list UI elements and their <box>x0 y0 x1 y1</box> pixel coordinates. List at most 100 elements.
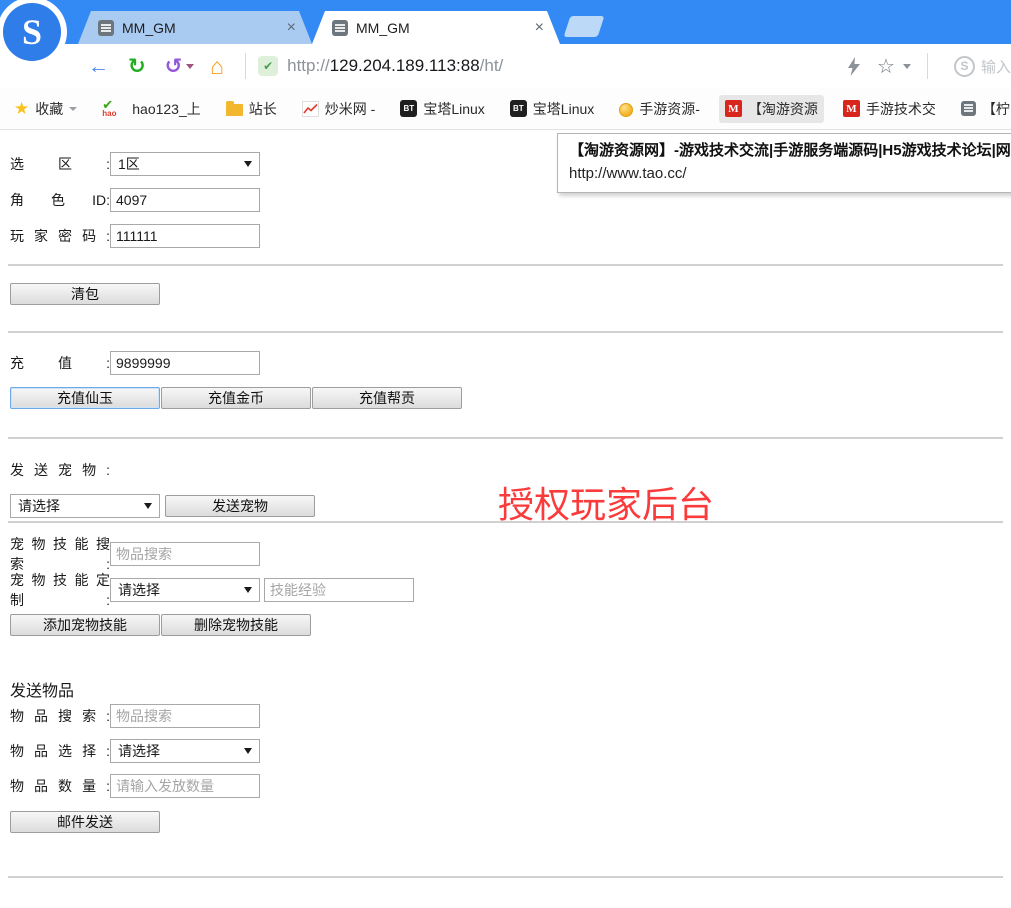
tooltip-title: 【淘游资源网】-游戏技术交流|手游服务端源码|H5游戏技术论坛|网 <box>569 139 1011 162</box>
zone-select[interactable]: 1区 <box>110 152 260 176</box>
item-select-label: 物 品 选 择 : <box>10 741 110 761</box>
pet-skill-buttons-row: 添加宠物技能 删除宠物技能 <box>10 614 1011 636</box>
pet-select[interactable]: 请选择 <box>10 494 160 518</box>
role-id-input[interactable] <box>110 188 260 212</box>
send-pet-label: 发 送 宠 物 : <box>10 460 110 480</box>
bookmark-tooltip: 【淘游资源网】-游戏技术交流|手游服务端源码|H5游戏技术论坛|网 http:/… <box>557 133 1011 193</box>
select-arrow-icon <box>244 587 252 593</box>
tab-title: MM_GM <box>122 20 287 36</box>
select-arrow-icon <box>244 161 252 167</box>
pet-skill-search-label: 宠 物 技 能 搜 索 : <box>10 534 110 574</box>
divider <box>8 876 1003 878</box>
document-icon <box>961 101 976 116</box>
undo-dropdown-icon[interactable] <box>186 64 194 69</box>
select-arrow-icon <box>144 503 152 509</box>
pet-skill-custom-label: 宠 物 技 能 定 制 : <box>10 570 110 610</box>
item-qty-input[interactable] <box>110 774 260 798</box>
medal-icon <box>619 103 633 117</box>
item-search-row: 物 品 搜 索 : <box>10 704 1011 728</box>
password-label: 玩 家 密 码 : <box>10 226 110 246</box>
browser-toolbar: ← ↻ ↺ ⌂ ✔ http://129.204.189.113:88/ht/ … <box>0 44 1011 88</box>
bookmark-shouyou-jishu[interactable]: M 手游技术交 <box>837 95 942 123</box>
password-row: 玩 家 密 码 : <box>10 224 1011 248</box>
url-host: 129.204.189.113:88 <box>330 56 480 75</box>
bt-panel-icon: BT <box>400 100 417 117</box>
divider <box>8 331 1003 333</box>
toolbar-divider <box>927 53 928 79</box>
address-bar[interactable]: http://129.204.189.113:88/ht/ <box>287 56 503 76</box>
tab-title: MM_GM <box>356 20 535 36</box>
m-site-icon: M <box>843 100 860 117</box>
send-item-heading: 发送物品 <box>10 682 1011 701</box>
star-dropdown-icon[interactable] <box>903 64 911 69</box>
gm-panel: 选 区 : 1区 角 色 ID: 玩 家 密 码 : 清包 充 值 : 充值仙玉… <box>0 130 1011 878</box>
bookmark-taoyou-ziyuan[interactable]: M 【淘游资源 <box>719 95 824 123</box>
recharge-buttons-row: 充值仙玉 充值金币 充值帮贡 <box>10 387 1011 409</box>
url-path: /ht/ <box>480 56 504 75</box>
item-search-label: 物 品 搜 索 : <box>10 706 110 726</box>
recharge-amount-input[interactable] <box>110 351 260 375</box>
bookmark-star-icon[interactable]: ☆ <box>877 54 895 79</box>
pet-skill-search-input[interactable] <box>110 542 260 566</box>
divider <box>8 437 1003 439</box>
mail-send-button[interactable]: 邮件发送 <box>10 811 160 833</box>
url-scheme: http:// <box>287 56 330 75</box>
tab-close-icon[interactable]: × <box>287 20 296 36</box>
bookmark-favorites[interactable]: ★ 收藏 <box>8 95 83 123</box>
bookmark-chaomiwang[interactable]: 炒米网 - <box>296 95 382 123</box>
bt-panel-icon: BT <box>510 100 527 117</box>
chevron-down-icon <box>69 107 77 111</box>
bookmark-shouyou-ziyuan[interactable]: 手游资源- <box>613 95 706 123</box>
role-id-label: 角 色 ID: <box>10 190 110 210</box>
item-select[interactable]: 请选择 <box>110 739 260 763</box>
browser-titlebar: S MM_GM × MM_GM × <box>0 0 1011 44</box>
recharge-banggong-button[interactable]: 充值帮贡 <box>312 387 462 409</box>
divider <box>8 264 1003 266</box>
bookmark-hao123[interactable]: ✔ hao hao123_上 <box>96 95 207 123</box>
tab-mm-gm-2[interactable]: MM_GM × <box>312 11 560 44</box>
watermark-text: 授权玩家后台 <box>498 476 714 528</box>
undo-icon[interactable]: ↺ <box>165 56 183 77</box>
tab-mm-gm-1[interactable]: MM_GM × <box>78 11 312 44</box>
delete-pet-skill-button[interactable]: 删除宠物技能 <box>161 614 311 636</box>
bookmark-zhanzhang[interactable]: 站长 <box>220 95 283 123</box>
send-pet-button[interactable]: 发送宠物 <box>165 495 315 517</box>
hao123-icon: ✔ hao <box>102 100 126 118</box>
bookmark-baota-linux-2[interactable]: BT 宝塔Linux <box>504 95 600 123</box>
new-tab-button[interactable] <box>564 16 605 37</box>
back-icon[interactable]: ← <box>88 56 109 77</box>
recharge-xianyu-button[interactable]: 充值仙玉 <box>10 387 160 409</box>
refresh-icon[interactable]: ↻ <box>128 56 146 77</box>
folder-icon <box>226 104 243 116</box>
add-pet-skill-button[interactable]: 添加宠物技能 <box>10 614 160 636</box>
bookmark-baota-linux-1[interactable]: BT 宝塔Linux <box>394 95 490 123</box>
pet-skill-exp-input[interactable] <box>264 578 414 602</box>
pet-skill-custom-row: 宠 物 技 能 定 制 : 请选择 <box>10 578 1011 602</box>
home-icon[interactable]: ⌂ <box>210 55 224 78</box>
recharge-gold-button[interactable]: 充值金币 <box>161 387 311 409</box>
clear-bag-button[interactable]: 清包 <box>10 283 160 305</box>
favorites-star-icon: ★ <box>14 99 29 119</box>
page-favicon-icon <box>98 20 114 36</box>
sogou-search-icon[interactable]: S <box>954 56 975 77</box>
toolbar-divider <box>245 53 246 79</box>
search-hint[interactable]: 输入 <box>981 56 1011 77</box>
password-input[interactable] <box>110 224 260 248</box>
lightning-icon[interactable] <box>847 57 861 76</box>
bookmarks-bar: ★ 收藏 ✔ hao hao123_上 站长 炒米网 - BT 宝塔Linux … <box>0 88 1011 130</box>
page-favicon-icon <box>332 20 348 36</box>
tab-close-icon[interactable]: × <box>535 20 544 36</box>
pet-skill-select[interactable]: 请选择 <box>110 578 260 602</box>
item-qty-row: 物 品 数 量 : <box>10 774 1011 798</box>
sogou-logo-icon: S <box>3 3 61 61</box>
site-security-shield-icon[interactable]: ✔ <box>258 56 278 76</box>
item-qty-label: 物 品 数 量 : <box>10 776 110 796</box>
select-arrow-icon <box>244 748 252 754</box>
m-site-icon: M <box>725 100 742 117</box>
item-search-input[interactable] <box>110 704 260 728</box>
zone-label: 选 区 : <box>10 154 110 174</box>
item-select-row: 物 品 选 择 : 请选择 <box>10 739 1011 763</box>
line-chart-icon <box>302 101 319 117</box>
tooltip-url: http://www.tao.cc/ <box>569 162 1011 185</box>
bookmark-ningmeng[interactable]: 【柠 <box>955 95 1011 123</box>
